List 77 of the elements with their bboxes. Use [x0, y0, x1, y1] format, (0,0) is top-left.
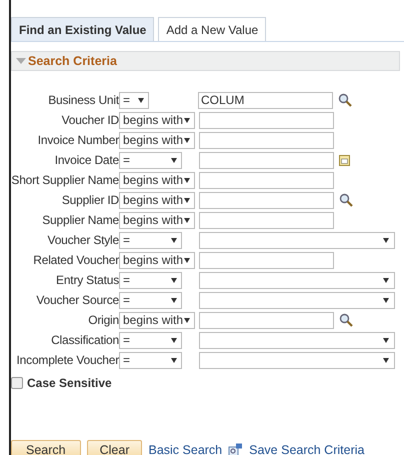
field-label: Invoice Number [36, 133, 119, 147]
input-field[interactable] [199, 192, 334, 208]
dropdown-arrow-icon [184, 258, 190, 262]
input-field[interactable] [199, 212, 334, 228]
operator-dropdown[interactable]: = [119, 332, 182, 348]
field-label: Voucher Style [46, 233, 119, 247]
operator-dropdown[interactable]: begins with [119, 132, 195, 148]
dropdown-arrow-icon [184, 218, 190, 222]
dropdown-arrow-icon [171, 358, 177, 362]
dropdown-arrow-icon [171, 238, 177, 242]
value-dropdown[interactable] [199, 332, 395, 348]
input-field[interactable] [199, 172, 334, 188]
input-field[interactable]: COLUM [198, 92, 333, 108]
value-dropdown[interactable] [199, 292, 395, 308]
field-label: Supplier ID [60, 193, 119, 207]
search-icon[interactable] [339, 313, 353, 327]
dropdown-arrow-icon [184, 318, 190, 322]
operator-dropdown[interactable]: = [119, 232, 182, 248]
dropdown-arrow-icon [184, 178, 190, 182]
field-label: Business Unit [47, 93, 119, 107]
dropdown-arrow-icon [184, 118, 190, 122]
operator-dropdown[interactable]: = [119, 292, 182, 308]
checkbox[interactable] [11, 377, 23, 389]
clear-button[interactable]: Clear [86, 440, 142, 455]
dropdown-arrow-icon [383, 358, 389, 362]
checkbox-label: Case Sensitive [27, 376, 112, 390]
search-button[interactable]: Search [11, 440, 81, 455]
operator-dropdown[interactable]: begins with [119, 212, 195, 228]
input-field[interactable] [199, 312, 334, 328]
search-icon[interactable] [338, 93, 352, 107]
operator-dropdown[interactable]: begins with [119, 312, 195, 328]
dropdown-arrow-icon [383, 298, 389, 302]
operator-dropdown[interactable]: begins with [119, 172, 195, 188]
input-field[interactable] [199, 112, 334, 128]
field-label: Invoice Date [54, 153, 119, 167]
tab[interactable]: Find an Existing Value [11, 17, 154, 41]
dropdown-arrow-icon [184, 138, 190, 142]
input-field[interactable] [199, 132, 334, 148]
value-dropdown[interactable] [199, 352, 395, 368]
dropdown-arrow-icon [383, 238, 389, 242]
field-label: Voucher ID [60, 113, 119, 127]
field-label: Entry Status [55, 273, 119, 287]
field-label: Short Supplier Name [11, 173, 119, 187]
dropdown-arrow-icon [171, 298, 177, 302]
field-label: Origin [87, 313, 119, 327]
dropdown-arrow-icon [383, 278, 389, 282]
input-field[interactable] [199, 252, 334, 268]
operator-dropdown[interactable]: = [119, 352, 182, 368]
field-label: Incomplete Voucher [16, 353, 119, 367]
operator-dropdown[interactable]: = [119, 152, 182, 168]
input-field[interactable] [199, 152, 334, 168]
save-search-criteria-link[interactable]: Save Search Criteria [249, 442, 364, 455]
section-title: Search Criteria [28, 54, 117, 68]
basic-search-link[interactable]: Basic Search [148, 442, 222, 455]
field-label: Voucher Source [35, 293, 119, 307]
operator-dropdown[interactable]: = [119, 272, 182, 288]
dropdown-arrow-icon [138, 98, 144, 102]
field-label: Classification [50, 333, 119, 347]
search-icon[interactable] [339, 193, 353, 207]
operator-dropdown[interactable]: begins with [119, 252, 195, 268]
value-dropdown[interactable] [199, 232, 395, 248]
dropdown-arrow-icon [171, 338, 177, 342]
value-dropdown[interactable] [199, 272, 395, 288]
field-label: Supplier Name [41, 213, 119, 227]
dropdown-arrow-icon [383, 338, 389, 342]
dropdown-arrow-icon [171, 158, 177, 162]
dropdown-arrow-icon [171, 278, 177, 282]
collapse-triangle-icon[interactable] [16, 58, 26, 64]
operator-dropdown[interactable]: = [119, 92, 149, 108]
field-label: Related Voucher [32, 253, 119, 267]
tab[interactable]: Add a New Value [158, 17, 266, 41]
operator-dropdown[interactable]: begins with [119, 192, 195, 208]
operator-dropdown[interactable]: begins with [119, 112, 195, 128]
section-header[interactable]: Search Criteria [11, 51, 400, 71]
dropdown-arrow-icon [184, 198, 190, 202]
calendar-icon[interactable] [339, 154, 350, 166]
save-search-icon[interactable] [228, 442, 244, 455]
